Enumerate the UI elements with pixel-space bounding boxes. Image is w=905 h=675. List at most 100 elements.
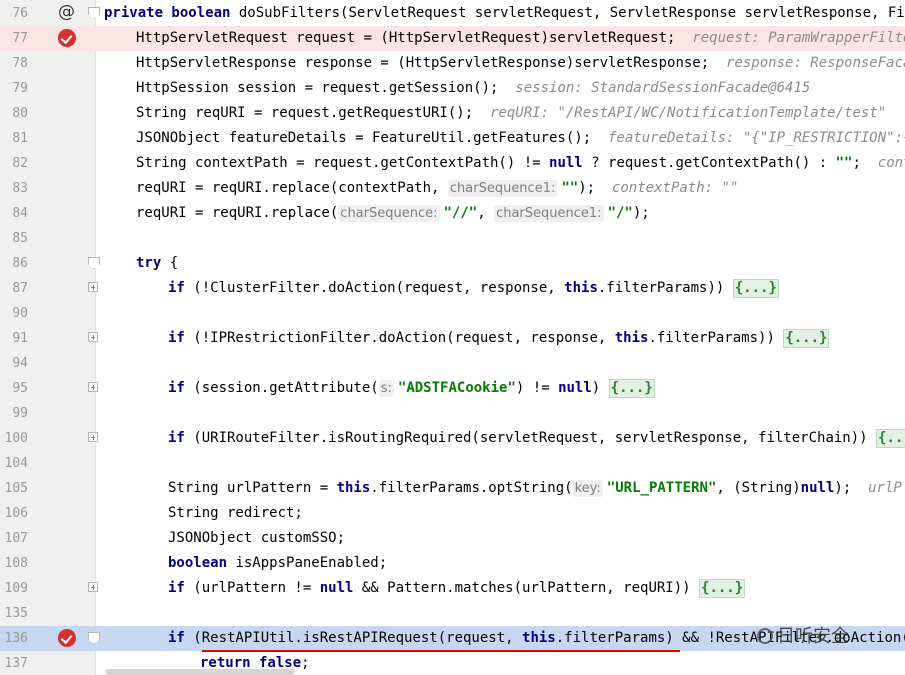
code-token: (URIRouteFilter.isRoutingRequired(servle…: [184, 430, 877, 446]
code-token: HttpServletResponse response = (HttpServ…: [136, 55, 727, 71]
code-token: ) !=: [515, 380, 559, 396]
code-line[interactable]: 108 boolean isAppsPaneEnabled;: [0, 551, 905, 576]
code-line[interactable]: 81 JSONObject featureDetails = FeatureUti…: [0, 126, 905, 151]
folded-block[interactable]: {...}: [732, 279, 779, 298]
code-token: ,: [477, 205, 495, 221]
code-line[interactable]: 104: [0, 451, 905, 476]
code-token: .filterParams)): [648, 330, 784, 346]
code-token: (urlPattern !=: [184, 580, 320, 596]
fold-icon[interactable]: [88, 632, 100, 644]
code-text[interactable]: reqURI = reqURI.replace(contextPath, cha…: [136, 179, 738, 198]
breakpoint-icon[interactable]: [58, 629, 76, 647]
line-number: 84: [12, 206, 28, 221]
code-token: String reqURI = request.getRequestURI();: [136, 105, 491, 121]
line-number: 109: [4, 581, 28, 596]
expand-fold-icon[interactable]: [88, 332, 98, 342]
folded-block[interactable]: {...: [876, 429, 905, 448]
code-token: (session.getAttribute(: [184, 380, 379, 396]
line-number: 76: [12, 6, 28, 21]
code-token: String contextPath = request.getContextP…: [136, 155, 550, 171]
code-line[interactable]: 86 try {: [0, 251, 905, 276]
code-text[interactable]: if (urlPattern != null && Pattern.matche…: [168, 579, 746, 598]
code-text[interactable]: HttpServletRequest request = (HttpServle…: [136, 29, 905, 48]
line-number: 135: [4, 606, 28, 621]
parameter-hint: charSequence:: [338, 205, 440, 222]
code-line[interactable]: 83 reqURI = reqURI.replace(contextPath, c…: [0, 176, 905, 201]
code-line[interactable]: 90: [0, 301, 905, 326]
watermark-text: 日听安全: [777, 626, 849, 647]
parameter-hint: charSequence1:: [447, 180, 558, 197]
code-text[interactable]: if (session.getAttribute(s: "ADSTFACookie…: [168, 379, 655, 398]
code-text[interactable]: JSONObject featureDetails = FeatureUtil.…: [136, 129, 905, 148]
code-token: );: [578, 180, 612, 196]
expand-fold-icon[interactable]: [88, 582, 98, 592]
code-line[interactable]: 99: [0, 401, 905, 426]
code-line[interactable]: 100 if (URIRouteFilter.isRoutingRequired(…: [0, 426, 905, 451]
code-line[interactable]: 91 if (!IPRestrictionFilter.doAction(requ…: [0, 326, 905, 351]
code-text[interactable]: String reqURI = request.getRequestURI();…: [136, 104, 886, 123]
override-icon[interactable]: @: [58, 3, 75, 21]
code-line[interactable]: 87 if (!ClusterFilter.doAction(request, r…: [0, 276, 905, 301]
string-literal: "ADSTFACookie": [397, 380, 516, 396]
code-line[interactable]: 82 String contextPath = request.getContex…: [0, 151, 905, 176]
red-underline-annotation: [202, 650, 680, 652]
code-text[interactable]: HttpServletResponse response = (HttpServ…: [136, 54, 905, 73]
code-line[interactable]: 84 reqURI = reqURI.replace(charSequence: "…: [0, 201, 905, 226]
code-text[interactable]: String redirect;: [168, 504, 303, 523]
code-text[interactable]: String urlPattern = this.filterParams.op…: [168, 479, 902, 498]
string-literal: "": [835, 155, 853, 171]
code-line[interactable]: 80 String reqURI = request.getRequestURI(…: [0, 101, 905, 126]
code-token: String urlPattern =: [168, 480, 337, 496]
expand-fold-icon[interactable]: [88, 282, 98, 292]
parameter-hint: key:: [572, 480, 603, 497]
code-line[interactable]: 94: [0, 351, 905, 376]
code-line[interactable]: 79 HttpSession session = request.getSessi…: [0, 76, 905, 101]
code-token: String redirect;: [168, 505, 303, 521]
code-text[interactable]: if (!ClusterFilter.doAction(request, res…: [168, 279, 779, 298]
horizontal-scrollbar[interactable]: [105, 669, 295, 675]
line-number: 80: [12, 106, 28, 121]
line-number: 137: [4, 656, 28, 671]
code-line[interactable]: 85: [0, 226, 905, 251]
fold-icon[interactable]: [88, 257, 100, 269]
string-literal: "//": [443, 205, 478, 221]
folded-block[interactable]: {...}: [699, 579, 746, 598]
code-text[interactable]: JSONObject customSSO;: [168, 529, 345, 548]
line-number: 78: [12, 56, 28, 71]
code-line[interactable]: 77 HttpServletRequest request = (HttpServ…: [0, 26, 905, 51]
code-line[interactable]: 109 if (urlPattern != null && Pattern.mat…: [0, 576, 905, 601]
debug-inline-value: reqURI: "/RestAPI/WC/NotificationTemplat…: [490, 105, 887, 121]
expand-fold-icon[interactable]: [88, 382, 98, 392]
code-token: (RestAPIUtil.isRestAPIRequest(request,: [184, 630, 523, 646]
code-text[interactable]: reqURI = reqURI.replace(charSequence: "//…: [136, 204, 650, 223]
code-line[interactable]: 78 HttpServletResponse response = (HttpSe…: [0, 51, 905, 76]
code-text[interactable]: try {: [136, 254, 178, 273]
code-text[interactable]: HttpSession session = request.getSession…: [136, 79, 810, 98]
line-number: 100: [4, 431, 28, 446]
string-literal: "": [561, 180, 579, 196]
code-text[interactable]: String contextPath = request.getContextP…: [136, 154, 905, 173]
line-number: 107: [4, 531, 28, 546]
code-line[interactable]: 106 String redirect;: [0, 501, 905, 526]
code-line[interactable]: 107 JSONObject customSSO;: [0, 526, 905, 551]
code-editor[interactable]: 76 @ private boolean doSubFilters(ServletR…: [0, 0, 905, 675]
expand-fold-icon[interactable]: [88, 432, 98, 442]
code-line[interactable]: 76 @ private boolean doSubFilters(ServletR…: [0, 1, 905, 26]
code-line[interactable]: 135: [0, 601, 905, 626]
code-line[interactable]: 95 if (session.getAttribute(s: "ADSTFACook…: [0, 376, 905, 401]
code-text[interactable]: private boolean doSubFilters(ServletRequ…: [104, 4, 905, 23]
breakpoint-icon[interactable]: [58, 29, 76, 47]
string-literal: "URL_PATTERN": [606, 480, 717, 496]
folded-block[interactable]: {...}: [783, 329, 830, 348]
keyword: boolean: [168, 555, 228, 571]
folded-block[interactable]: {...}: [608, 379, 655, 398]
fold-icon[interactable]: [88, 7, 100, 19]
code-token: {: [161, 255, 179, 271]
code-text[interactable]: boolean isAppsPaneEnabled;: [168, 554, 387, 573]
code-text[interactable]: if (URIRouteFilter.isRoutingRequired(ser…: [168, 429, 905, 448]
code-text[interactable]: if (!IPRestrictionFilter.doAction(reques…: [168, 329, 830, 348]
keyword: if: [168, 630, 185, 646]
code-line[interactable]: 105 String urlPattern = this.filterParams…: [0, 476, 905, 501]
keyword: this: [522, 630, 556, 646]
line-number: 106: [4, 506, 28, 521]
